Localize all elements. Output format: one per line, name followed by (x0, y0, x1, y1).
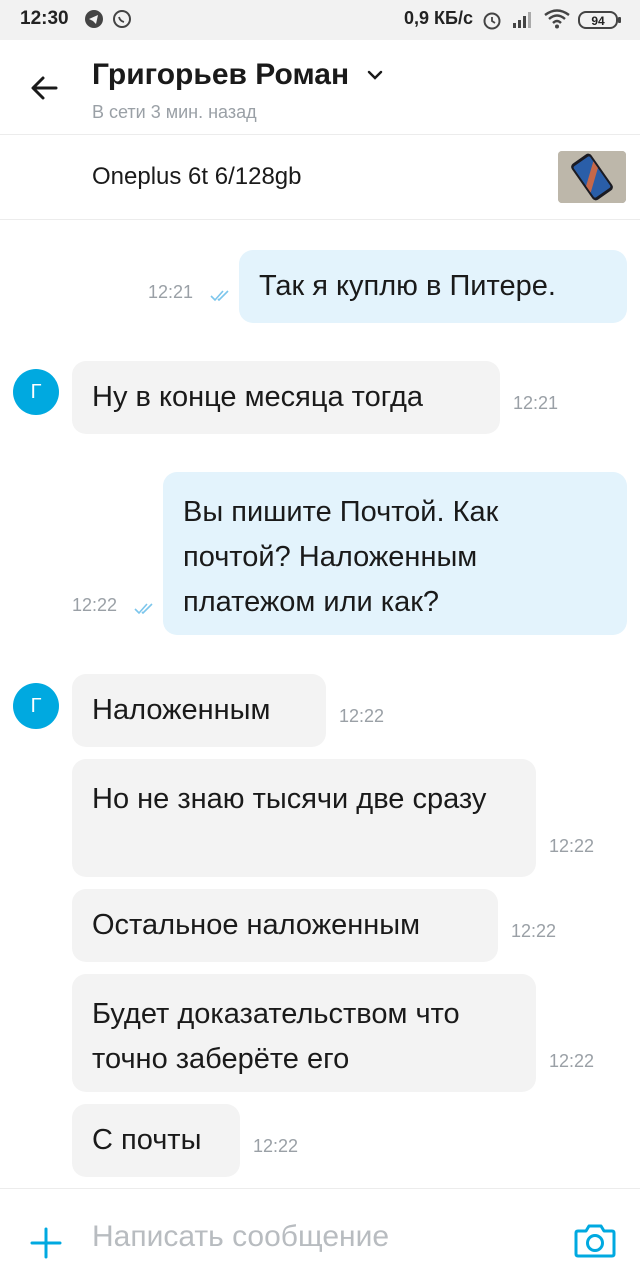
message-time: 12:22 (339, 706, 385, 726)
arrow-left-icon (31, 76, 58, 100)
contact-name[interactable]: Григорьев Роман (92, 58, 349, 92)
message-time: 12:21 (513, 393, 559, 413)
message-text: Так я куплю в Питере. (259, 270, 556, 302)
plus-icon (30, 1227, 62, 1259)
message-bubble-incoming[interactable]: Будет доказательством что точно заберёте… (72, 974, 536, 1092)
wifi-icon (544, 9, 570, 34)
message-text: Но не знаю тысячи две сразу (92, 783, 487, 815)
read-ticks-icon (134, 603, 153, 615)
listing-bar[interactable]: Oneplus 6t 6/128gb (0, 135, 640, 220)
message-bubble-incoming[interactable]: С почты (72, 1104, 240, 1177)
message-time: 12:22 (511, 921, 557, 941)
attach-button[interactable] (28, 1225, 64, 1261)
alarm-icon (481, 9, 503, 36)
battery-icon: 94 (578, 10, 622, 35)
message-text: Ну в конце месяца тогда (92, 381, 424, 413)
message-time: 12:22 (253, 1136, 299, 1156)
battery-level: 94 (591, 14, 605, 28)
chevron-down-icon[interactable] (366, 66, 384, 84)
message-bubble-incoming[interactable]: Но не знаю тысячи две сразу (72, 759, 536, 877)
avatar[interactable]: Г (13, 683, 59, 729)
message-text: Наложенным (92, 694, 271, 726)
message-time: 12:22 (549, 836, 595, 856)
composer-bar (0, 1188, 640, 1280)
message-text: Остальное наложенным (92, 909, 421, 941)
listing-thumbnail[interactable] (558, 151, 626, 203)
back-button[interactable] (26, 68, 66, 108)
message-time: 12:22 (72, 595, 118, 615)
read-ticks-icon (210, 290, 229, 302)
whatsapp-icon (112, 9, 132, 34)
listing-title[interactable]: Oneplus 6t 6/128gb (92, 163, 302, 191)
camera-icon (574, 1224, 616, 1258)
chat-header: Григорьев Роман В сети 3 мин. назад (0, 40, 640, 135)
message-text: С почты (92, 1124, 202, 1156)
message-text: Будет доказательством что точно заберёте… (92, 998, 460, 1075)
status-bar: 12:30 0,9 КБ/с 94 (0, 0, 640, 40)
camera-button[interactable] (574, 1221, 616, 1259)
message-time: 12:22 (549, 1051, 595, 1071)
contact-status: В сети 3 мин. назад (92, 102, 257, 122)
message-bubble-outgoing[interactable]: Так я куплю в Питере. (239, 250, 627, 323)
message-text: Вы пишите Почтой. Как почтой? Наложенным… (183, 496, 499, 618)
telegram-icon (84, 9, 104, 34)
status-time: 12:30 (20, 8, 69, 29)
message-bubble-incoming[interactable]: Наложенным (72, 674, 326, 747)
phone-image (558, 151, 626, 203)
network-speed: 0,9 КБ/с (404, 8, 473, 28)
message-bubble-incoming[interactable]: Ну в конце месяца тогда (72, 361, 500, 434)
signal-icon (512, 9, 536, 34)
message-input[interactable] (92, 1215, 542, 1259)
message-time: 12:21 (148, 282, 194, 302)
message-bubble-outgoing[interactable]: Вы пишите Почтой. Как почтой? Наложенным… (163, 472, 627, 635)
message-bubble-incoming[interactable]: Остальное наложенным (72, 889, 498, 962)
avatar[interactable]: Г (13, 369, 59, 415)
